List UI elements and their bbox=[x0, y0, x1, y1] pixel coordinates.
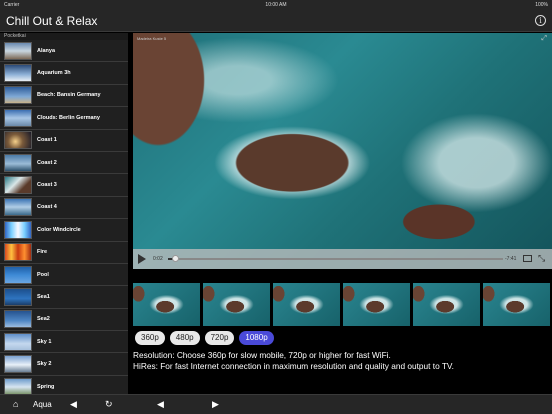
video-thumbnail bbox=[4, 377, 32, 394]
list-item[interactable]: Coast 3 bbox=[0, 174, 128, 197]
refresh-icon[interactable]: ↻ bbox=[105, 399, 113, 410]
list-item[interactable]: Spring bbox=[0, 375, 128, 394]
item-label: Sea2 bbox=[37, 316, 50, 323]
battery-level: 100% bbox=[535, 2, 548, 8]
video-thumbnail bbox=[4, 41, 32, 60]
status-bar: Carrier 10:00 AM 100% bbox=[0, 0, 552, 10]
resolution-360p-button[interactable]: 360p bbox=[135, 331, 165, 345]
list-item[interactable]: Aquarium 3h bbox=[0, 62, 128, 85]
nav-bar: Chill Out & Relax i bbox=[0, 10, 552, 32]
list-item[interactable]: Pool bbox=[0, 263, 128, 287]
video-thumbnail bbox=[4, 176, 32, 195]
list-item[interactable]: Beach: Bansin Germany bbox=[0, 84, 128, 108]
item-label: Pool bbox=[37, 271, 49, 278]
list-item[interactable]: Fire bbox=[0, 241, 128, 264]
item-label: Coast 2 bbox=[37, 159, 57, 166]
frame-thumbnail[interactable] bbox=[273, 283, 340, 326]
expand-icon[interactable]: ⤢ bbox=[541, 35, 547, 43]
item-label: Sea1 bbox=[37, 293, 50, 300]
frame-thumbnail[interactable] bbox=[343, 283, 410, 326]
item-label: Color Windcircle bbox=[37, 226, 81, 233]
resolution-720p-button[interactable]: 720p bbox=[204, 331, 235, 345]
video-list: Pocketkai Alanya Aquarium 3h Beach: Bans… bbox=[0, 33, 128, 394]
seek-bar[interactable] bbox=[168, 255, 503, 262]
video-thumbnail bbox=[4, 108, 32, 127]
current-time: 0:02 bbox=[153, 256, 163, 262]
seek-handle[interactable] bbox=[171, 255, 179, 262]
frame-thumbnail[interactable] bbox=[133, 283, 200, 326]
video-player[interactable]: Madeira Kuste 5 ⤢ 0:02 -7:41 ⤡ bbox=[133, 33, 552, 269]
video-thumbnail bbox=[4, 265, 32, 284]
item-label: Beach: Bansin Germany bbox=[37, 92, 101, 99]
item-label: Clouds: Berlin Germany bbox=[37, 114, 100, 121]
video-title: Madeira Kuste 5 bbox=[137, 36, 167, 41]
list-item[interactable]: Sky 1 bbox=[0, 331, 128, 354]
video-thumbnail bbox=[4, 64, 32, 83]
bottom-toolbar: ⌂ Aqua ◀ ↻ ◀ ▶ bbox=[0, 394, 552, 414]
item-label: Coast 1 bbox=[37, 137, 57, 144]
help-line-hires: HiRes: For fast Internet connection in m… bbox=[133, 361, 454, 371]
video-thumbnail bbox=[4, 310, 32, 329]
resolution-selector: 360p 480p 720p 1080p bbox=[135, 331, 274, 345]
list-item[interactable]: Color Windcircle bbox=[0, 219, 128, 242]
home-icon[interactable]: ⌂ bbox=[13, 399, 18, 409]
list-header: Pocketkai bbox=[4, 33, 26, 39]
list-item[interactable]: Coast 2 bbox=[0, 151, 128, 175]
video-thumbnail bbox=[4, 332, 32, 351]
item-label: Aquarium 3h bbox=[37, 70, 71, 77]
frame-thumbnail[interactable] bbox=[483, 283, 550, 326]
list-item[interactable]: Sea2 bbox=[0, 308, 128, 332]
video-thumbnail bbox=[4, 355, 32, 374]
frame-thumbnail[interactable] bbox=[203, 283, 270, 326]
item-label: Alanya bbox=[37, 47, 56, 54]
item-label: Spring bbox=[37, 383, 55, 390]
airplay-icon[interactable] bbox=[523, 255, 532, 262]
play-icon[interactable] bbox=[138, 254, 146, 264]
video-thumbnail bbox=[4, 86, 32, 105]
list-item[interactable]: Clouds: Berlin Germany bbox=[0, 107, 128, 130]
aqua-button[interactable]: Aqua bbox=[33, 400, 52, 409]
resolution-480p-button[interactable]: 480p bbox=[169, 331, 200, 345]
fullscreen-icon[interactable]: ⤡ bbox=[538, 253, 545, 264]
item-label: Coast 3 bbox=[37, 182, 57, 189]
resolution-1080p-button[interactable]: 1080p bbox=[239, 331, 274, 345]
app-title: Chill Out & Relax bbox=[6, 14, 98, 28]
list-item[interactable]: Sea1 bbox=[0, 286, 128, 309]
video-thumbnail bbox=[4, 243, 32, 262]
help-line-resolution: Resolution: Choose 360p for slow mobile,… bbox=[133, 350, 391, 360]
item-label: Sky 1 bbox=[37, 338, 52, 345]
item-label: Fire bbox=[37, 249, 48, 256]
item-label: Coast 4 bbox=[37, 204, 57, 211]
previous-icon[interactable]: ◀ bbox=[157, 399, 164, 410]
list-item[interactable]: Coast 1 bbox=[0, 129, 128, 152]
video-thumbnail bbox=[4, 287, 32, 306]
filmstrip bbox=[133, 283, 552, 326]
list-item[interactable]: Coast 4 bbox=[0, 196, 128, 220]
clock: 10:00 AM bbox=[265, 2, 287, 8]
back-icon[interactable]: ◀ bbox=[70, 399, 77, 410]
video-thumbnail bbox=[4, 198, 32, 217]
remaining-time: -7:41 bbox=[505, 256, 517, 262]
frame-thumbnail[interactable] bbox=[413, 283, 480, 326]
list-item[interactable]: Alanya bbox=[0, 40, 128, 63]
playback-controls: 0:02 -7:41 ⤡ bbox=[133, 249, 552, 269]
item-label: Sky 2 bbox=[37, 361, 52, 368]
resolution-help: Resolution: Choose 360p for slow mobile,… bbox=[133, 350, 552, 372]
list-item[interactable]: Sky 2 bbox=[0, 353, 128, 376]
video-thumbnail bbox=[4, 153, 32, 172]
video-thumbnail bbox=[4, 220, 32, 239]
forward-icon[interactable]: ▶ bbox=[212, 399, 219, 410]
info-icon[interactable]: i bbox=[535, 15, 546, 26]
video-thumbnail bbox=[4, 131, 32, 150]
